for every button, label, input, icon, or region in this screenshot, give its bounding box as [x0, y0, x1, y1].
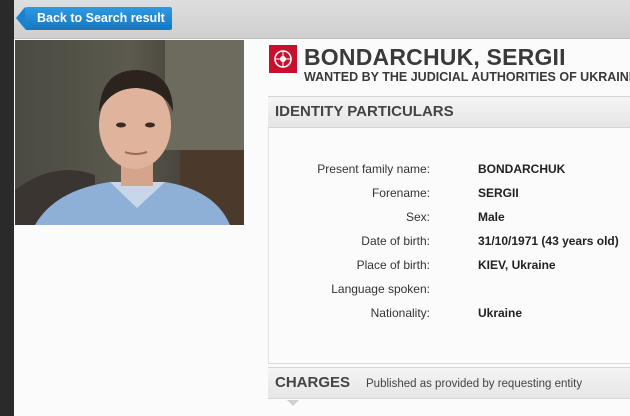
identity-row: Present family name: BONDARCHUK — [268, 162, 630, 180]
field-label: Nationality: — [370, 306, 430, 320]
identity-row: Forename: SERGII — [268, 186, 630, 204]
identity-row: Sex: Male — [268, 210, 630, 228]
identity-row: Date of birth: 31/10/1971 (43 years old) — [268, 234, 630, 252]
field-label: Forename: — [371, 186, 430, 200]
field-value: Ukraine — [478, 306, 523, 320]
field-label: Present family name: — [317, 162, 430, 176]
field-label: Sex: — [405, 210, 430, 224]
field-value: SERGII — [478, 186, 519, 200]
field-label: Place of birth: — [356, 258, 430, 272]
field-label: Language spoken: — [331, 282, 430, 296]
suspect-photo — [15, 40, 244, 225]
field-label: Date of birth: — [361, 234, 430, 248]
left-dark-edge — [0, 0, 14, 416]
interpol-logo — [269, 45, 297, 73]
field-value: KIEV, Ukraine — [478, 258, 556, 272]
back-arrow-icon — [16, 7, 25, 29]
field-value: BONDARCHUK — [478, 162, 566, 176]
identity-row: Language spoken: — [268, 282, 630, 300]
identity-particulars-title: IDENTITY PARTICULARS — [275, 103, 454, 120]
field-value: Male — [478, 210, 505, 224]
field-value: 31/10/1971 (43 years old) — [478, 234, 619, 248]
wanted-person-name: BONDARCHUK, SERGII — [304, 44, 566, 70]
section-divider — [268, 363, 630, 364]
back-to-search-label: Back to Search result — [37, 11, 165, 25]
wanted-by-subtitle: WANTED BY THE JUDICIAL AUTHORITIES OF UK… — [304, 70, 630, 84]
portrait-image — [15, 40, 244, 225]
identity-particulars-header: IDENTITY PARTICULARS — [268, 96, 630, 128]
back-to-search-button[interactable]: Back to Search result — [16, 7, 172, 30]
charges-header[interactable]: CHARGES Published as provided by request… — [268, 367, 630, 399]
chevron-down-icon — [287, 400, 299, 406]
charges-title: CHARGES — [275, 374, 351, 391]
charges-note: Published as provided by requesting enti… — [366, 378, 583, 390]
identity-row: Place of birth: KIEV, Ukraine — [268, 258, 630, 276]
interpol-emblem-icon — [274, 50, 292, 68]
identity-row: Nationality: Ukraine — [268, 306, 630, 324]
